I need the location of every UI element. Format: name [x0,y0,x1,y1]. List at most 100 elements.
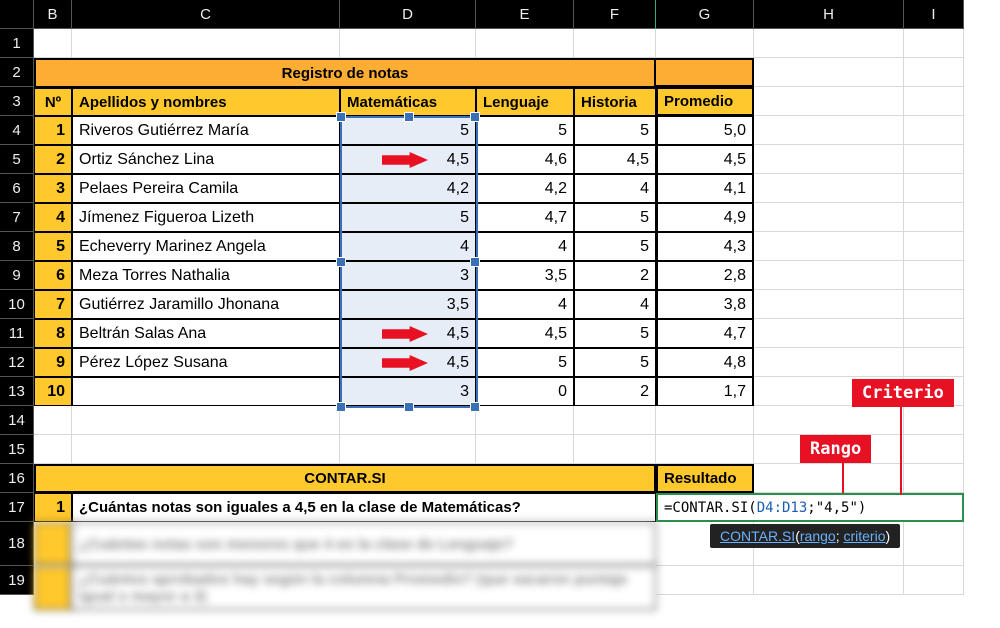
td-lang[interactable]: 5 [476,348,574,377]
tooltip-arg2[interactable]: criterio [843,528,885,544]
td-name[interactable]: Ortiz Sánchez Lina [72,145,340,174]
td-num[interactable]: 8 [34,319,72,348]
td-hist[interactable]: 5 [574,319,656,348]
cell-empty[interactable] [904,435,964,464]
cell-empty[interactable] [904,406,964,435]
cell-empty[interactable] [72,406,340,435]
question-num[interactable]: 1 [34,493,72,522]
cell-empty[interactable] [72,29,340,58]
td-avg[interactable]: 4,3 [656,232,754,261]
tooltip-fn[interactable]: CONTAR.SI [720,528,795,544]
col-header-B[interactable]: B [34,0,72,29]
td-num[interactable]: 9 [34,348,72,377]
cell-empty[interactable] [904,174,964,203]
td-lang[interactable]: 4,6 [476,145,574,174]
td-name[interactable]: Echeverry Marinez Angela [72,232,340,261]
cell-empty[interactable] [904,145,964,174]
cell-empty[interactable] [754,406,904,435]
selection-handle[interactable] [336,112,346,122]
td-avg[interactable]: 1,7 [656,377,754,406]
cell-empty[interactable] [904,348,964,377]
col-header-C[interactable]: C [72,0,340,29]
col-header-I[interactable]: I [904,0,964,29]
td-name[interactable]: Beltrán Salas Ana [72,319,340,348]
cell-empty[interactable] [754,203,904,232]
td-avg[interactable]: 4,1 [656,174,754,203]
cell-empty[interactable] [476,29,574,58]
row-header-9[interactable]: 9 [0,261,34,290]
row-header-16[interactable]: 16 [0,464,34,493]
cell-empty[interactable] [656,435,754,464]
cell-empty[interactable] [754,290,904,319]
td-avg[interactable]: 4,9 [656,203,754,232]
selection-handle[interactable] [336,257,346,267]
selection-handle[interactable] [404,402,414,412]
row-header-8[interactable]: 8 [0,232,34,261]
row-header-18[interactable]: 18 [0,522,34,566]
td-avg[interactable]: 4,7 [656,319,754,348]
cell-empty[interactable] [754,464,904,493]
question-text[interactable]: ¿Cuántas notas son iguales a 4,5 en la c… [72,493,656,522]
cell-empty[interactable] [904,522,964,566]
td-num[interactable]: 5 [34,232,72,261]
td-num[interactable]: 4 [34,203,72,232]
cell-empty[interactable] [754,232,904,261]
td-num[interactable]: 7 [34,290,72,319]
row-header-11[interactable]: 11 [0,319,34,348]
cell-empty[interactable] [656,406,754,435]
cell-empty[interactable] [34,406,72,435]
cell-empty[interactable] [574,406,656,435]
td-name[interactable]: Pelaes Pereira Camila [72,174,340,203]
td-math[interactable]: 5 [340,203,476,232]
cell-empty[interactable] [754,319,904,348]
selection-handle[interactable] [336,402,346,412]
cell-empty[interactable] [340,29,476,58]
td-lang[interactable]: 4,2 [476,174,574,203]
td-lang[interactable]: 3,5 [476,261,574,290]
formula-cell[interactable]: =CONTAR.SI(D4:D13;"4,5") [656,493,964,522]
td-num[interactable]: 2 [34,145,72,174]
row-header-5[interactable]: 5 [0,145,34,174]
cell-empty[interactable] [904,566,964,595]
td-hist[interactable]: 5 [574,232,656,261]
cell-empty[interactable] [72,435,340,464]
cell-empty[interactable] [904,87,964,116]
row-header-12[interactable]: 12 [0,348,34,377]
td-hist[interactable]: 4 [574,290,656,319]
td-math[interactable]: 3 [340,261,476,290]
col-header-E[interactable]: E [476,0,574,29]
td-lang[interactable]: 4,7 [476,203,574,232]
row-header-14[interactable]: 14 [0,406,34,435]
row-header-7[interactable]: 7 [0,203,34,232]
td-hist[interactable]: 4,5 [574,145,656,174]
cell-empty[interactable] [904,58,964,87]
row-header-13[interactable]: 13 [0,377,34,406]
row-header-19[interactable]: 19 [0,566,34,595]
row-header-17[interactable]: 17 [0,493,34,522]
cell-empty[interactable] [574,29,656,58]
cell-empty[interactable] [656,566,754,595]
td-name[interactable]: Pérez López Susana [72,348,340,377]
td-lang[interactable]: 5 [476,116,574,145]
cell-empty[interactable] [754,87,904,116]
col-header-G[interactable]: G [656,0,754,29]
td-hist[interactable]: 2 [574,261,656,290]
col-header-F[interactable]: F [574,0,656,29]
td-name[interactable]: Riveros Gutiérrez María [72,116,340,145]
tooltip-arg1[interactable]: rango [800,528,836,544]
cell-empty[interactable] [754,116,904,145]
td-lang[interactable]: 4 [476,232,574,261]
col-header-D[interactable]: D [340,0,476,29]
td-hist[interactable]: 5 [574,116,656,145]
cell-empty[interactable] [754,145,904,174]
td-num[interactable]: 1 [34,116,72,145]
row-header-4[interactable]: 4 [0,116,34,145]
cell-empty[interactable] [476,406,574,435]
cell-empty[interactable] [754,58,904,87]
cell-empty[interactable] [904,261,964,290]
cell-empty[interactable] [34,435,72,464]
td-avg[interactable]: 3,8 [656,290,754,319]
cell-empty[interactable] [656,29,754,58]
cell-empty[interactable] [904,319,964,348]
cell-empty[interactable] [754,261,904,290]
